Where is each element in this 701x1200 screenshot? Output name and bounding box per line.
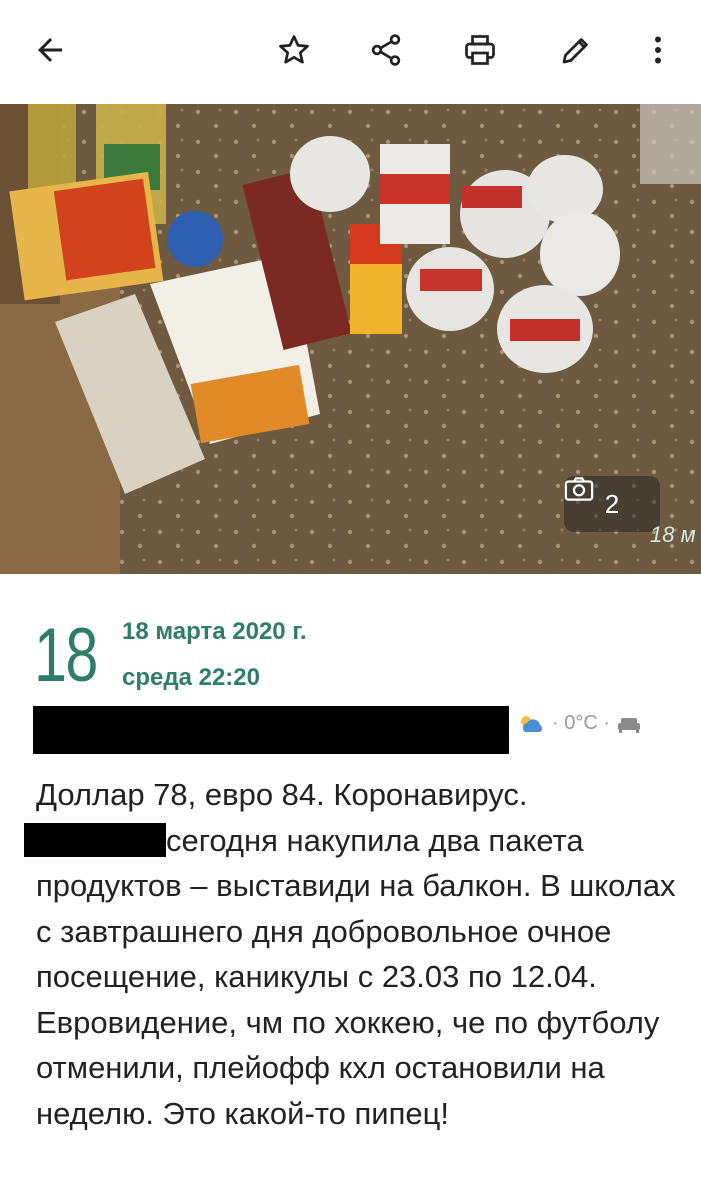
weather-text: · 0°C ·	[552, 712, 610, 734]
entry-body: продуктов – выставиди на балкон. В школа…	[36, 868, 676, 1131]
printer-icon	[465, 35, 495, 65]
more-vert-icon	[655, 36, 661, 64]
pencil-icon	[562, 38, 588, 64]
photo-count: 2	[604, 488, 620, 519]
partly-cloudy-icon	[521, 715, 543, 732]
camera-icon	[564, 477, 594, 501]
entry-photo[interactable]: 2 18 м	[0, 104, 701, 574]
redacted-title	[33, 706, 509, 754]
photo-watermark: 18 м	[650, 522, 696, 547]
sofa-icon	[618, 717, 640, 733]
more-options-button[interactable]	[630, 22, 686, 78]
entry-line-2: сегодня накупила два пакета	[24, 818, 676, 864]
print-button[interactable]	[452, 22, 508, 78]
star-icon	[279, 35, 309, 64]
day-number: 18	[34, 613, 98, 698]
photo-count-badge[interactable]: 2	[564, 476, 660, 532]
weather-info: · 0°C ·	[516, 712, 642, 735]
share-icon	[371, 34, 401, 66]
entry-line-1: Доллар 78, евро 84. Коронавирус.	[36, 777, 528, 812]
edit-button[interactable]	[548, 22, 604, 78]
share-button[interactable]	[358, 22, 414, 78]
redacted-name	[24, 822, 166, 857]
back-button[interactable]	[22, 22, 78, 78]
top-toolbar	[0, 0, 701, 100]
entry-text: Доллар 78, евро 84. Коронавирус. сегодня…	[24, 772, 676, 1136]
entry-date: 18 марта 2020 г.	[122, 618, 307, 645]
arrow-left-icon	[38, 38, 62, 62]
favorite-button[interactable]	[266, 22, 322, 78]
entry-weekday-time: среда 22:20	[122, 664, 260, 691]
entry-line-2-text: сегодня накупила два пакета	[166, 822, 584, 858]
